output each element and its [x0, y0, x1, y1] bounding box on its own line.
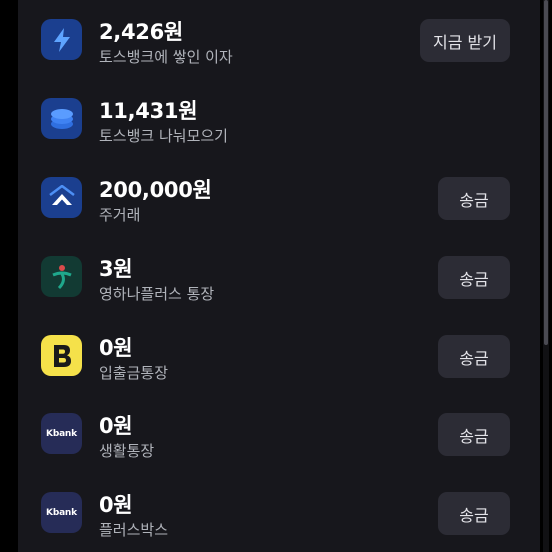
send-money-button[interactable]: 송금: [438, 413, 510, 456]
account-row-living[interactable]: Kbank 0원 생활통장 송금: [18, 394, 540, 473]
account-label: 토스뱅크에 쌓인 이자: [99, 48, 233, 66]
account-amount: 200,000원: [99, 178, 212, 202]
account-label: 토스뱅크 나눠모으기: [99, 127, 228, 145]
scrollbar-thumb[interactable]: [544, 0, 548, 345]
coin-stack-icon: [41, 98, 82, 139]
send-money-button[interactable]: 송금: [438, 335, 510, 378]
account-amount: 0원: [99, 336, 133, 360]
hana-bank-icon: [41, 256, 82, 297]
account-amount: 11,431원: [99, 99, 198, 123]
account-row-hana[interactable]: 3원 영하나플러스 통장 송금: [18, 237, 540, 316]
kbank-logo-text: Kbank: [46, 428, 77, 439]
send-money-button[interactable]: 송금: [438, 492, 510, 535]
account-row-main[interactable]: 200,000원 주거래 송금: [18, 158, 540, 237]
account-amount: 2,426원: [99, 20, 183, 44]
scrollbar[interactable]: [543, 0, 549, 552]
receive-now-button[interactable]: 지금 받기: [420, 19, 510, 62]
account-amount: 3원: [99, 257, 133, 281]
account-amount: 0원: [99, 414, 133, 438]
house-arrow-icon: [41, 177, 82, 218]
account-row-checking[interactable]: 0원 입출금통장 송금: [18, 316, 540, 395]
account-label: 주거래: [99, 206, 141, 224]
kakaobank-b-icon: [41, 335, 82, 376]
send-money-button[interactable]: 송금: [438, 177, 510, 220]
account-row-plusbox[interactable]: Kbank 0원 플러스박스 송금: [18, 473, 540, 552]
account-label: 입출금통장: [99, 364, 169, 382]
account-amount: 0원: [99, 493, 133, 517]
send-money-button[interactable]: 송금: [438, 256, 510, 299]
account-row-split-savings[interactable]: 11,431원 토스뱅크 나눠모으기: [18, 79, 540, 158]
kbank-icon: Kbank: [41, 492, 82, 533]
account-row-interest[interactable]: 2,426원 토스뱅크에 쌓인 이자 지금 받기: [18, 0, 540, 79]
account-label: 플러스박스: [99, 521, 169, 539]
lightning-icon: [41, 19, 82, 60]
kbank-logo-text: Kbank: [46, 507, 77, 518]
account-label: 생활통장: [99, 442, 155, 460]
kbank-icon: Kbank: [41, 413, 82, 454]
account-label: 영하나플러스 통장: [99, 285, 215, 303]
